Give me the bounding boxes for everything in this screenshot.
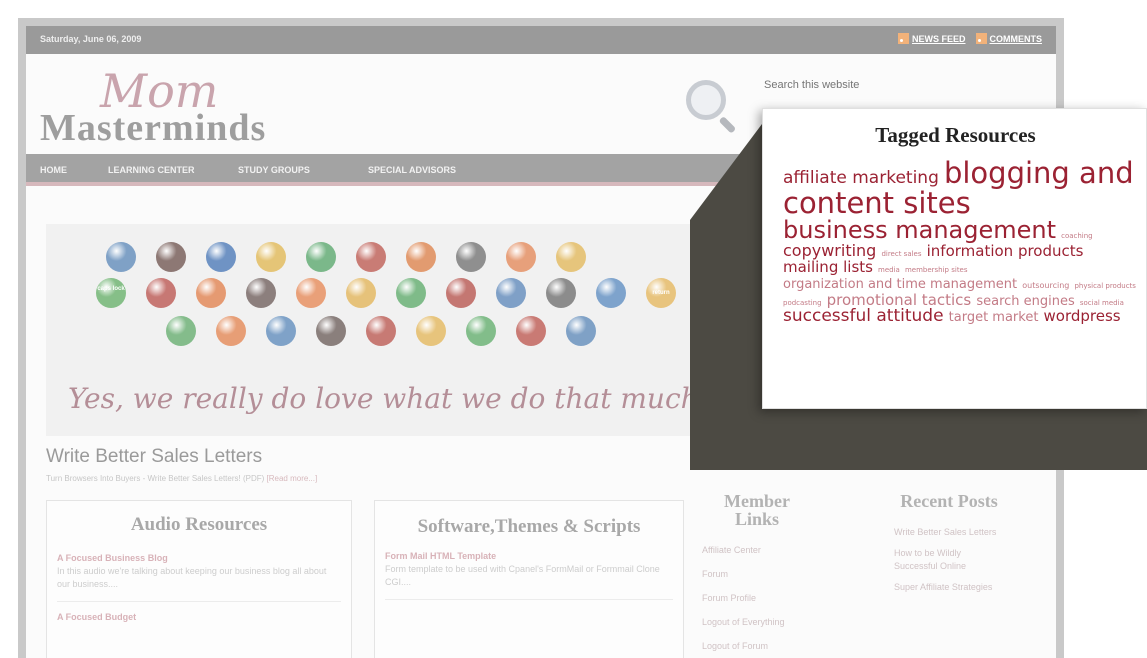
tag-link[interactable]: blogging and content sites (783, 156, 1134, 220)
recent-post-link[interactable]: How to be Wildly Successful Online (894, 547, 1004, 573)
keyboard-ball (346, 278, 376, 308)
recent-posts-title: Recent Posts (900, 491, 998, 511)
tag-link[interactable]: successful attitude (783, 306, 944, 326)
post-subtitle: Turn Browsers Into Buyers - Write Better… (46, 474, 317, 483)
keyboard-ball (566, 316, 596, 346)
rss-icon (897, 33, 909, 44)
divider (57, 601, 341, 602)
keyboard-ball (216, 316, 246, 346)
post-title[interactable]: Write Better Sales Letters (46, 446, 262, 468)
keyboard-ball (466, 316, 496, 346)
nav-special-advisors[interactable]: SPECIAL ADVISORS (368, 165, 456, 175)
keyboard-ball (446, 278, 476, 308)
keyboard-ball (106, 242, 136, 272)
keyboard-ball (266, 316, 296, 346)
keyboard-ball (396, 278, 426, 308)
member-links: Member Links Affiliate Center Forum Foru… (702, 492, 852, 653)
logo-masterminds: Masterminds (40, 107, 267, 149)
nav-learning-center[interactable]: LEARNING CENTER (108, 165, 195, 175)
recent-posts: Recent Posts Write Better Sales Letters … (894, 492, 1004, 594)
tag-link[interactable]: physical products (1074, 282, 1136, 290)
tag-link[interactable]: information products (927, 242, 1084, 260)
audio-resources-title: Audio Resources (130, 514, 268, 535)
audio-item-title[interactable]: A Focused Business Blog (57, 553, 341, 563)
keyboard-ball (506, 242, 536, 272)
member-link[interactable]: Forum Profile (702, 592, 852, 605)
tag-link[interactable]: mailing lists (783, 258, 873, 276)
rss-icon (975, 33, 987, 44)
tag-link[interactable]: outsourcing (1022, 281, 1069, 290)
software-item-text: Form template to be used with Cpanel's F… (385, 564, 660, 587)
top-bar: Saturday, June 06, 2009 NEWS FEED COMMEN… (26, 26, 1056, 54)
tag-link[interactable]: wordpress (1044, 307, 1121, 325)
comments-feed-item[interactable]: COMMENTS (975, 33, 1043, 44)
keyboard-ball (206, 242, 236, 272)
member-link[interactable]: Forum (702, 568, 852, 581)
post-subtitle-text: Turn Browsers Into Buyers - Write Better… (46, 474, 265, 483)
feed-links: NEWS FEED COMMENTS (897, 33, 1043, 44)
software-item-title[interactable]: Form Mail HTML Template (385, 551, 673, 561)
audio-resources-box: Audio Resources A Focused Business Blog … (46, 500, 352, 658)
nav-home[interactable]: HOME (40, 165, 67, 175)
keyboard-ball (156, 242, 186, 272)
keyboard-ball (406, 242, 436, 272)
keyboard-ball (496, 278, 526, 308)
keyboard-ball (296, 278, 326, 308)
member-link[interactable]: Logout of Forum (702, 640, 852, 653)
hero-banner: caps lock return Yes, we really do love w… (46, 224, 696, 436)
divider (385, 599, 673, 600)
keyboard-ball (516, 316, 546, 346)
software-title: Software,Themes & Scripts (417, 516, 641, 537)
keyboard-ball (416, 316, 446, 346)
tag-cloud: affiliate marketing blogging and content… (783, 156, 1145, 326)
keyboard-ball (146, 278, 176, 308)
keyboard-ball (166, 316, 196, 346)
keyboard-ball (246, 278, 276, 308)
tag-link[interactable]: direct sales (881, 250, 921, 258)
keyboard-ball (596, 278, 626, 308)
news-feed-item[interactable]: NEWS FEED (897, 33, 966, 44)
tag-link[interactable]: coaching (1061, 232, 1093, 240)
tag-link[interactable]: copywriting (783, 241, 876, 260)
callout-title: Tagged Resources (875, 123, 1036, 147)
news-feed-link[interactable]: NEWS FEED (912, 34, 966, 44)
keyboard-ball (316, 316, 346, 346)
tag-link[interactable]: target market (949, 310, 1039, 325)
tag-link[interactable]: social media (1080, 299, 1124, 307)
keyboard-ball (546, 278, 576, 308)
software-box: Software,Themes & Scripts Form Mail HTML… (374, 500, 684, 658)
tag-link[interactable]: media (878, 266, 900, 274)
audio-item-text: In this audio we're talking about keepin… (57, 566, 327, 589)
tag-link[interactable]: membership sites (905, 266, 968, 274)
banner-tagline: Yes, we really do love what we do that m… (68, 382, 696, 415)
member-link[interactable]: Logout of Everything (702, 616, 852, 629)
member-link[interactable]: Affiliate Center (702, 544, 852, 557)
read-more-link[interactable]: [Read more...] (267, 474, 318, 483)
member-links-title: Member Links (724, 491, 790, 529)
tagged-resources-callout: Tagged Resources affiliate marketing blo… (762, 108, 1147, 409)
search-icon[interactable] (686, 80, 726, 120)
keyboard-ball: caps lock (96, 278, 126, 308)
keyboard-ball (256, 242, 286, 272)
keyboard-ball (366, 316, 396, 346)
recent-post-link[interactable]: Super Affiliate Strategies (894, 581, 1004, 594)
recent-post-link[interactable]: Write Better Sales Letters (894, 526, 1004, 539)
nav-study-groups[interactable]: STUDY GROUPS (238, 165, 310, 175)
keyboard-ball (196, 278, 226, 308)
keyboard-ball (306, 242, 336, 272)
search-input[interactable] (764, 74, 944, 96)
keyboard-ball (556, 242, 586, 272)
keyboard-ball (456, 242, 486, 272)
keyboard-ball: return (646, 278, 676, 308)
site-logo[interactable]: Mom Masterminds (40, 64, 340, 149)
keyboard-ball (356, 242, 386, 272)
comments-feed-link[interactable]: COMMENTS (990, 34, 1043, 44)
audio-item-title[interactable]: A Focused Budget (57, 612, 341, 622)
date-label: Saturday, June 06, 2009 (40, 34, 142, 44)
